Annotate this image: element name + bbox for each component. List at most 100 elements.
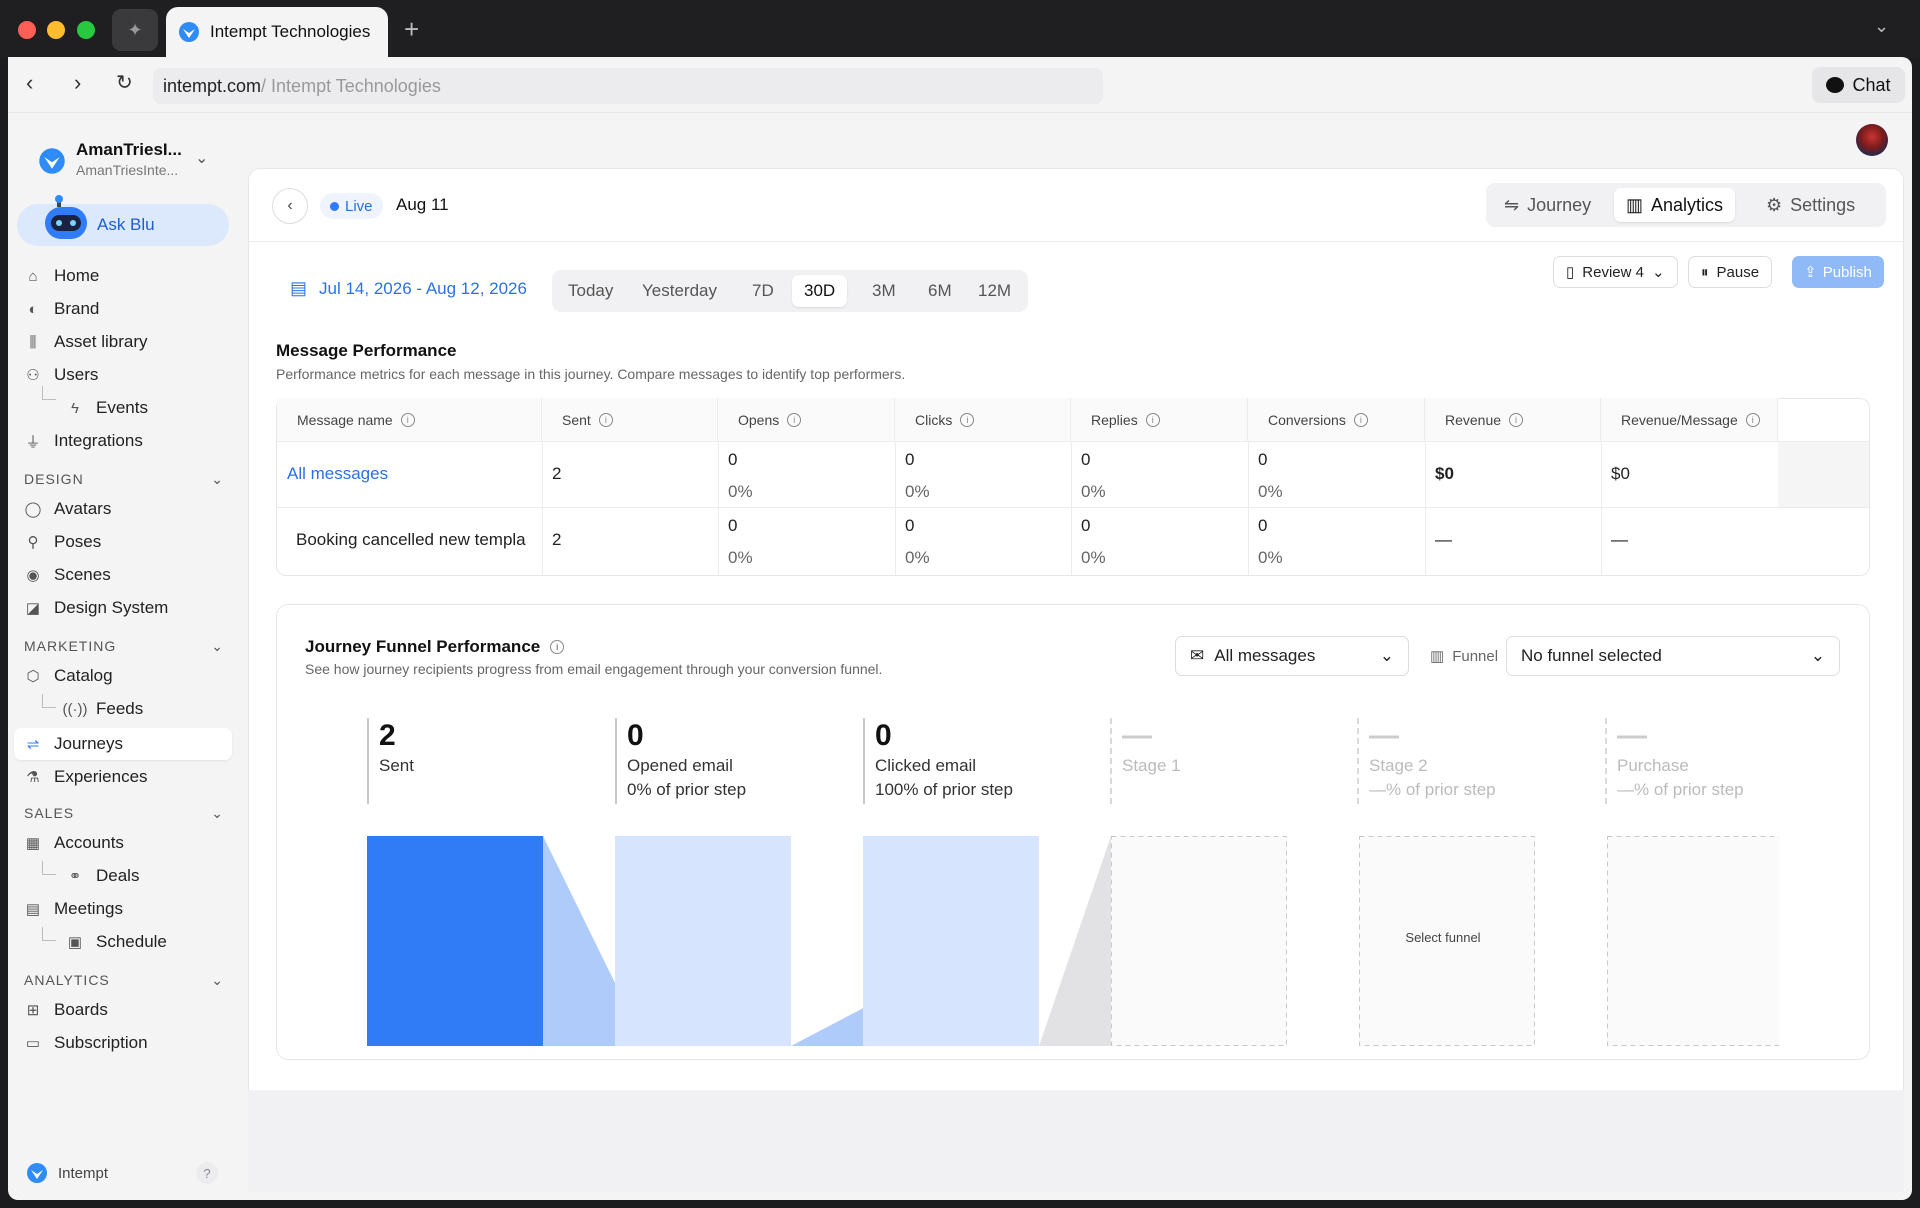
workspace-switcher[interactable]: AmanTriesI... AmanTriesInte...: [76, 140, 182, 178]
range-7d[interactable]: 7D: [740, 275, 786, 307]
broadcast-icon: ((·)): [62, 700, 88, 718]
chat-bubble-icon: [1826, 77, 1845, 93]
status-label: Live: [345, 197, 373, 215]
url-bar[interactable]: intempt.com / Intempt Technologies: [153, 68, 1103, 104]
tab-settings[interactable]: ⚙ Settings: [1754, 188, 1867, 222]
workspace-chevron-down-icon[interactable]: ⌄: [195, 148, 208, 168]
section-marketing[interactable]: MARKETING ⌄: [24, 638, 224, 655]
browser-tab[interactable]: Intempt Technologies: [166, 7, 388, 57]
tab-list-chevron-icon[interactable]: ⌄: [1874, 16, 1889, 37]
back-nav-icon[interactable]: ‹: [26, 70, 33, 96]
close-window-button[interactable]: [18, 21, 36, 39]
home-icon: ⌂: [28, 267, 38, 285]
sidebar-item-brand[interactable]: ◐ Brand: [24, 294, 99, 324]
new-tab-button[interactable]: +: [404, 14, 419, 45]
select-funnel-text[interactable]: Select funnel: [1355, 930, 1531, 945]
sidebar-item-catalog[interactable]: ⬡ Catalog: [24, 661, 112, 691]
sidebar-item-home[interactable]: ⌂ Home: [24, 261, 99, 291]
info-icon[interactable]: i: [1145, 412, 1160, 427]
reload-icon[interactable]: ↻: [116, 70, 133, 95]
funnel-connector: [791, 1008, 863, 1046]
tree-connector: [42, 927, 56, 941]
info-icon[interactable]: i: [1509, 412, 1524, 427]
info-icon[interactable]: i: [1353, 412, 1368, 427]
flow-icon: ⇋: [1504, 194, 1520, 215]
section-analytics[interactable]: ANALYTICS ⌄: [24, 972, 224, 989]
section-design[interactable]: DESIGN ⌄: [24, 471, 224, 488]
chevron-down-icon: ⌄: [211, 805, 224, 821]
info-icon[interactable]: i: [550, 640, 565, 654]
info-icon[interactable]: i: [960, 412, 975, 427]
tree-connector: [42, 861, 56, 875]
sidebar-item-boards[interactable]: ⊞ Boards: [24, 995, 108, 1025]
info-icon[interactable]: i: [1745, 412, 1760, 427]
user-avatar[interactable]: [1856, 124, 1888, 156]
info-icon[interactable]: i: [787, 412, 802, 427]
chat-button[interactable]: Chat: [1812, 67, 1905, 103]
tab-journey[interactable]: ⇋ Journey: [1492, 188, 1603, 222]
sidebar-item-design-system[interactable]: ◪ Design System: [24, 593, 168, 623]
stage-label: Stage 1: [1122, 756, 1181, 775]
range-30d[interactable]: 30D: [792, 275, 848, 307]
range-yesterday[interactable]: Yesterday: [630, 275, 729, 307]
tab-analytics[interactable]: ▥ Analytics: [1614, 188, 1736, 222]
section-sales[interactable]: SALES ⌄: [24, 805, 224, 822]
cell-percent: 0%: [905, 482, 930, 501]
sidebar-item-deals[interactable]: ⚭ Deals: [66, 861, 140, 891]
range-6m[interactable]: 6M: [916, 275, 964, 307]
sidebar-item-feeds[interactable]: ((·)) Feeds: [62, 694, 144, 724]
sidebar-item-poses[interactable]: ⚲ Poses: [24, 527, 102, 557]
help-button[interactable]: ?: [196, 1162, 218, 1184]
pinned-tab[interactable]: ✦: [112, 9, 158, 51]
bar-chart-icon: ▥: [1430, 648, 1445, 665]
publish-button[interactable]: ⇪ Publish: [1792, 256, 1884, 288]
url-domain: intempt.com: [163, 75, 262, 96]
calendar-icon: ▤: [25, 901, 41, 918]
sidebar-item-avatars[interactable]: ◯ Avatars: [24, 494, 112, 524]
message-select[interactable]: ✉ All messages ⌄: [1175, 636, 1409, 676]
blu-robot-icon: [43, 195, 89, 239]
pause-button[interactable]: ⏸ Pause: [1688, 256, 1773, 288]
design-system-icon: ◪: [25, 600, 41, 617]
range-12m[interactable]: 12M: [966, 275, 1023, 307]
ask-blu-button[interactable]: Ask Blu: [17, 195, 229, 246]
sidebar-item-asset-library[interactable]: ⫼ Asset library: [24, 327, 148, 357]
back-button[interactable]: ‹: [272, 188, 308, 224]
funnel-select[interactable]: No funnel selected ⌄: [1506, 636, 1840, 676]
cell-value: 0: [1081, 516, 1091, 535]
review-button[interactable]: ▯ Review 4 ⌄: [1553, 256, 1678, 288]
column-divider: [542, 441, 543, 575]
users-icon: ⚇: [26, 367, 40, 384]
sidebar-item-accounts[interactable]: ▦ Accounts: [24, 828, 124, 858]
sidebar-item-label: Poses: [54, 532, 102, 551]
sidebar-item-schedule[interactable]: ▣ Schedule: [66, 927, 167, 957]
column-header: Message name i: [277, 398, 542, 441]
sidebar-item-meetings[interactable]: ▤ Meetings: [24, 894, 123, 924]
range-3m[interactable]: 3M: [860, 275, 908, 307]
date-range-picker[interactable]: ▤ Jul 14, 2026 - Aug 12, 2026: [290, 278, 527, 299]
tree-connector: [42, 386, 56, 400]
cell-value: 0: [905, 450, 915, 469]
stage-value: —: [1122, 719, 1152, 752]
info-icon[interactable]: i: [400, 412, 415, 427]
range-today[interactable]: Today: [556, 275, 625, 307]
forward-nav-icon[interactable]: ›: [74, 70, 81, 96]
sidebar-item-label: Avatars: [54, 499, 112, 518]
palette-icon: ◐: [28, 300, 38, 318]
sidebar-item-experiences[interactable]: ⚗ Experiences: [24, 762, 147, 792]
info-icon[interactable]: i: [598, 412, 613, 427]
message-name-link[interactable]: All messages: [287, 464, 522, 484]
sidebar-item-events[interactable]: ϟ Events: [66, 393, 148, 423]
sidebar-item-users[interactable]: ⚇ Users: [24, 360, 98, 390]
sidebar-item-scenes[interactable]: ◉ Scenes: [24, 560, 110, 590]
sidebar-footer[interactable]: Intempt: [26, 1162, 108, 1184]
stage-value: —: [1369, 719, 1399, 752]
sidebar-item-integrations[interactable]: ⏚ Integrations: [24, 426, 142, 456]
sidebar-item-journeys[interactable]: ⇌ Journeys: [24, 729, 123, 759]
maximize-window-button[interactable]: [77, 21, 95, 39]
funnel-select-value: No funnel selected: [1521, 646, 1662, 665]
bar-chart-icon: ▥: [1626, 194, 1644, 215]
minimize-window-button[interactable]: [47, 21, 65, 39]
card-icon: ▭: [25, 1035, 41, 1052]
sidebar-item-subscription[interactable]: ▭ Subscription: [24, 1028, 148, 1058]
